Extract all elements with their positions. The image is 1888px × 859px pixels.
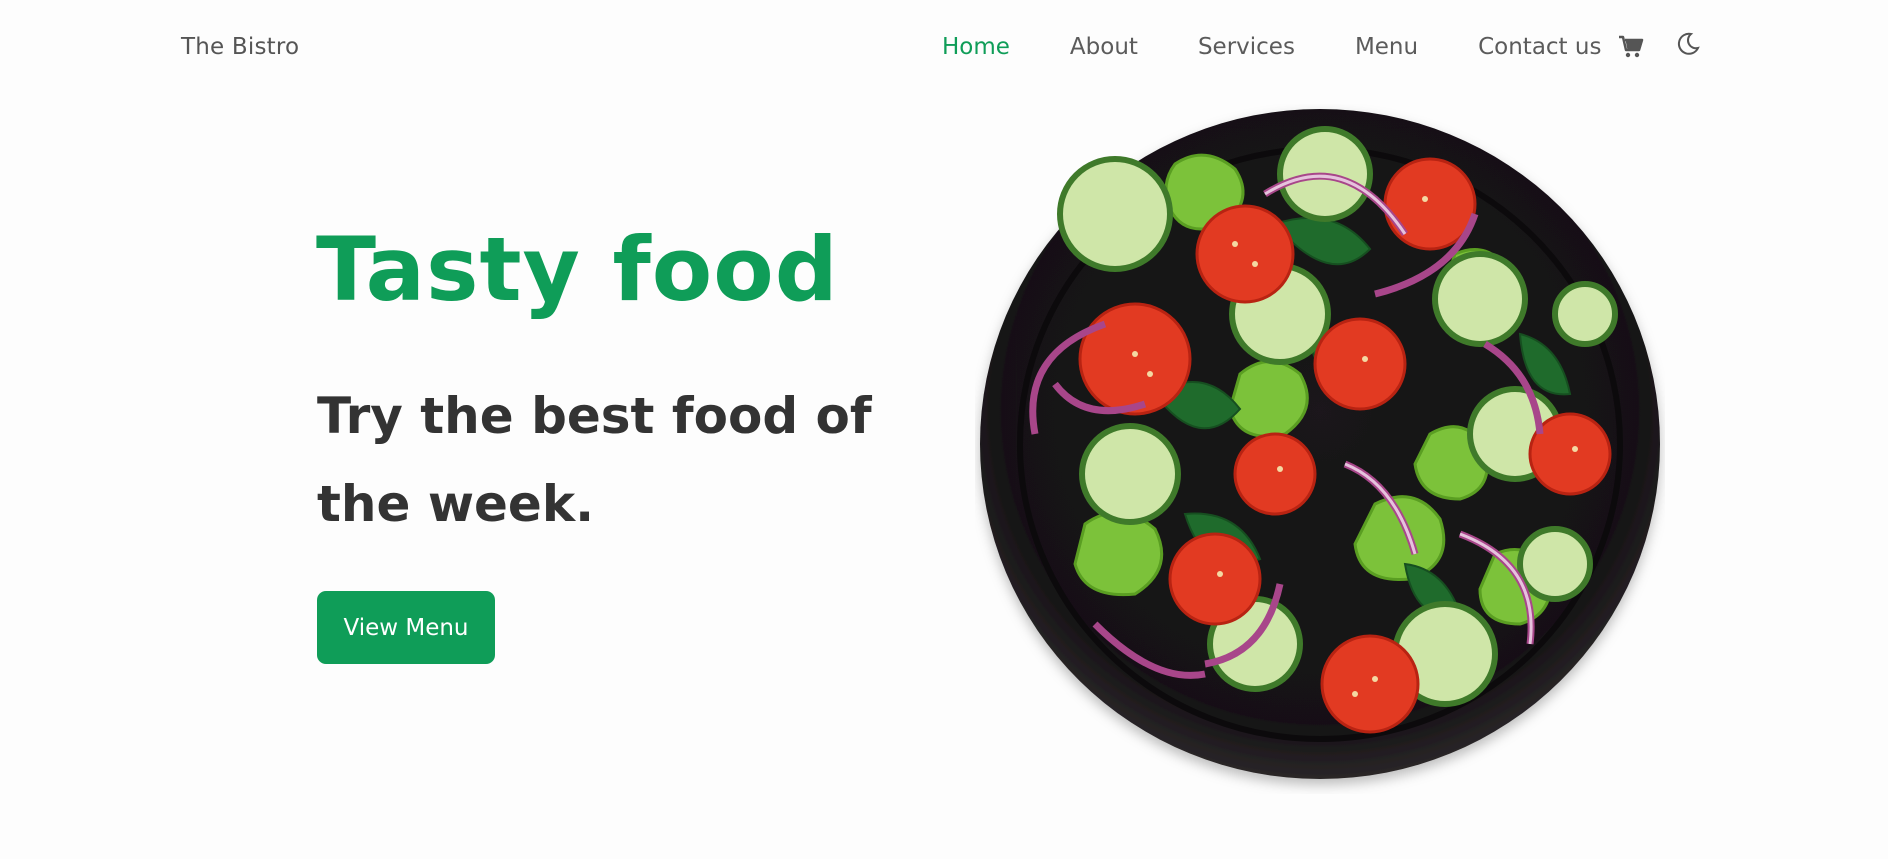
nav-about[interactable]: About bbox=[1070, 34, 1138, 60]
nav-home[interactable]: Home bbox=[942, 34, 1010, 60]
moon-icon[interactable] bbox=[1675, 31, 1701, 57]
salad-bowl-image bbox=[975, 104, 1665, 794]
hero-subtitle: Try the best food of the week. bbox=[317, 387, 872, 533]
landing-page: The Bistro Home About Services Menu Cont… bbox=[0, 0, 1888, 859]
nav-contact[interactable]: Contact us bbox=[1478, 34, 1601, 60]
main-nav: Home About Services Menu Contact us bbox=[942, 31, 1701, 60]
hero-title: Tasty food bbox=[316, 218, 839, 321]
cart-icon[interactable] bbox=[1617, 32, 1645, 60]
view-menu-button[interactable]: View Menu bbox=[317, 591, 495, 664]
nav-services[interactable]: Services bbox=[1198, 34, 1295, 60]
brand-logo[interactable]: The Bistro bbox=[181, 34, 299, 60]
nav-menu[interactable]: Menu bbox=[1355, 34, 1418, 60]
